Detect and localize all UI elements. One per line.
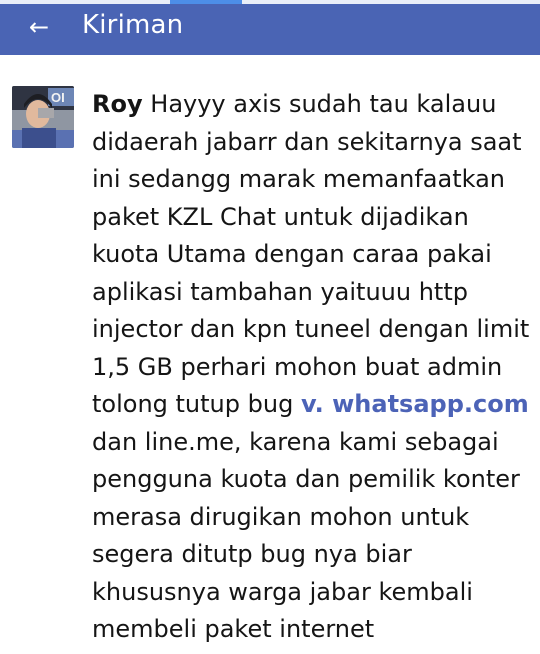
post-text-before-link: Hayyy axis sudah tau kalauu didaerah jab…	[92, 90, 530, 418]
profile-photo: OI	[12, 86, 74, 148]
avatar[interactable]: OI	[12, 86, 74, 148]
post-link[interactable]: v. whatsapp.com	[301, 390, 529, 418]
page-title: Kiriman	[82, 10, 184, 40]
post-author[interactable]: Roy	[92, 90, 143, 118]
status-strip-accent	[170, 0, 242, 4]
svg-text:OI: OI	[51, 90, 65, 105]
back-button[interactable]: ←	[18, 12, 60, 44]
post-body: Roy Hayyy axis sudah tau kalauu didaerah…	[92, 86, 532, 649]
post-text-after-link: dan line.me, karena kami sebagai penggun…	[92, 427, 520, 644]
app-bar: ← Kiriman	[0, 0, 540, 55]
status-strip	[0, 0, 540, 4]
back-arrow-icon: ←	[28, 13, 50, 41]
